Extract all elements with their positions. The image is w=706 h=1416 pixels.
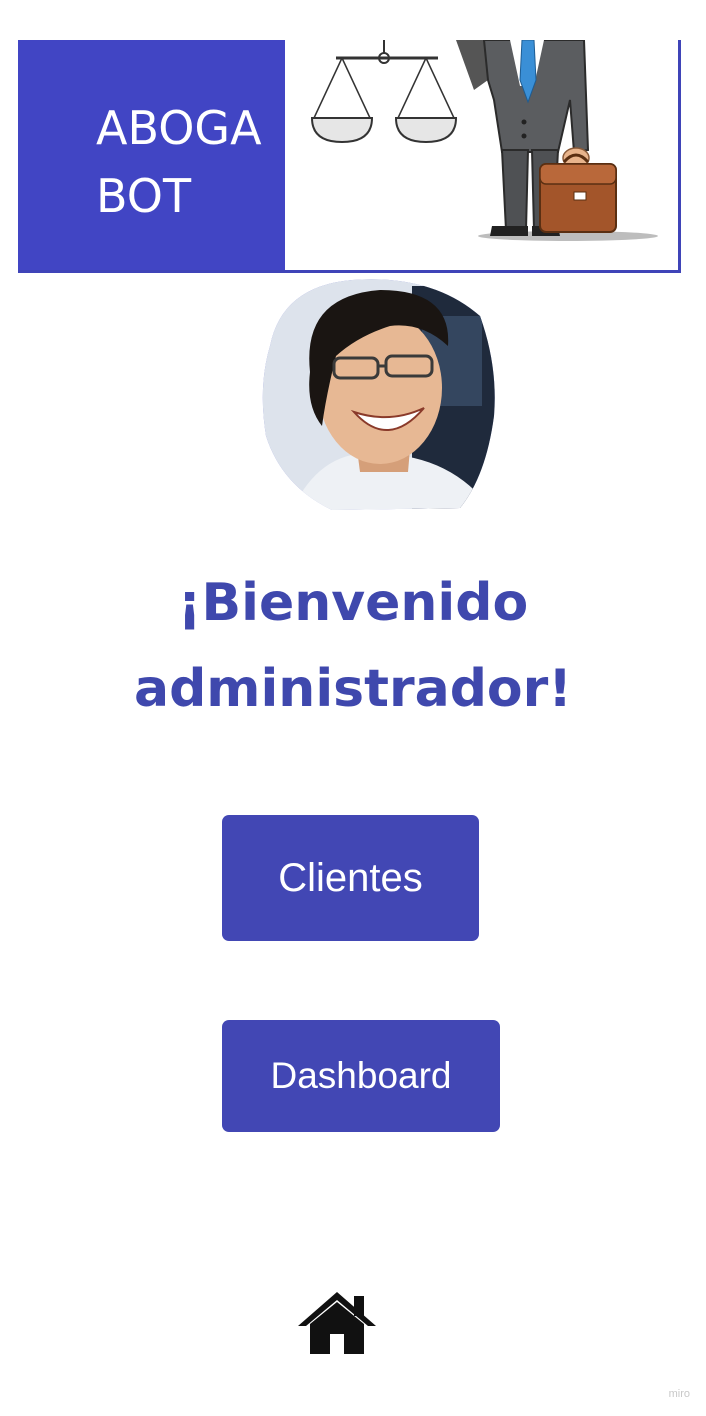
miro-watermark: miro [668, 1388, 690, 1400]
user-avatar [262, 279, 495, 510]
lawyer-scales-icon [310, 40, 658, 241]
home-icon[interactable] [296, 1290, 378, 1356]
welcome-line-2: administrador! [133, 659, 572, 719]
app-logo-text: ABOGA BOT [96, 94, 262, 230]
welcome-line-1: ¡Bienvenido [177, 573, 529, 633]
clientes-button[interactable]: Clientes [222, 815, 479, 941]
logo-line-2: BOT [96, 169, 192, 223]
app-banner: ABOGA BOT [18, 40, 681, 273]
banner-brand-block: ABOGA BOT [18, 40, 285, 270]
logo-line-1: ABOGA [96, 101, 262, 155]
welcome-heading: ¡Bienvenido administrador! [0, 560, 706, 732]
dashboard-button[interactable]: Dashboard [222, 1020, 500, 1132]
